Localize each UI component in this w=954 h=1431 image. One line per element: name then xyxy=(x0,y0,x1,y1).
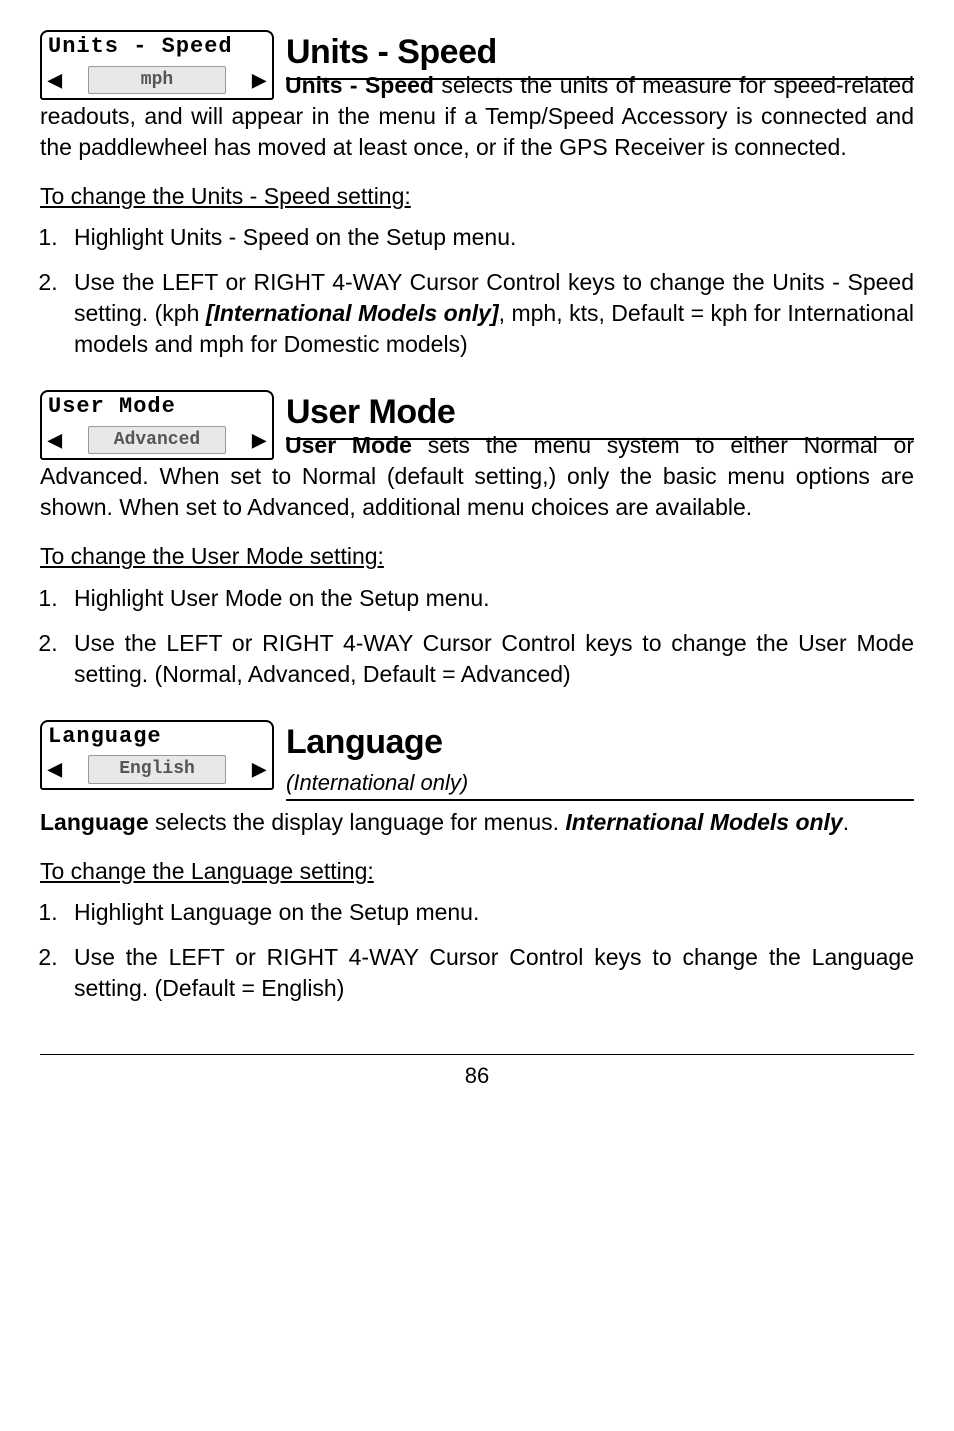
list-item: Use the LEFT or RIGHT 4-WAY Cursor Contr… xyxy=(64,942,914,1004)
widget-value-row[interactable]: ◀ English ▶ xyxy=(42,753,272,787)
section-language: Language ◀ English ▶ Language (Internati… xyxy=(40,720,914,1005)
widget-value: English xyxy=(88,755,226,783)
procedure-heading: To change the Units - Speed setting: xyxy=(40,181,914,212)
para-lead: User Mode xyxy=(285,432,412,458)
widget-title: User Mode xyxy=(42,392,272,424)
list-item: Highlight Units - Speed on the Setup men… xyxy=(64,222,914,253)
section-units-speed: Units - Speed ◀ mph ▶ Units - Speed Unit… xyxy=(40,30,914,360)
heading-wrap: Language (International only) xyxy=(286,720,914,802)
section-user-mode: User Mode ◀ Advanced ▶ User Mode User Mo… xyxy=(40,390,914,689)
arrow-right-icon[interactable]: ▶ xyxy=(252,757,266,781)
widget-title: Units - Speed xyxy=(42,32,272,64)
page-footer: 86 xyxy=(40,1054,914,1091)
menu-widget-language: Language ◀ English ▶ xyxy=(40,720,274,790)
section-paragraph: Units - Speed selects the units of measu… xyxy=(40,70,914,163)
para-rest: selects the units of measure for speed-r… xyxy=(40,72,914,160)
procedure-list: Highlight Language on the Setup menu. Us… xyxy=(64,897,914,1004)
section-subheading: (International only) xyxy=(286,768,914,798)
procedure-list: Highlight Units - Speed on the Setup men… xyxy=(64,222,914,360)
section-heading: Language xyxy=(286,720,914,766)
list-item: Use the LEFT or RIGHT 4-WAY Cursor Contr… xyxy=(64,628,914,690)
list-item: Highlight Language on the Setup menu. xyxy=(64,897,914,928)
para-lead: Units - Speed xyxy=(285,72,434,98)
list-item: Use the LEFT or RIGHT 4-WAY Cursor Contr… xyxy=(64,267,914,360)
list-item: Highlight User Mode on the Setup menu. xyxy=(64,583,914,614)
procedure-list: Highlight User Mode on the Setup menu. U… xyxy=(64,583,914,690)
procedure-heading: To change the User Mode setting: xyxy=(40,541,914,572)
widget-title: Language xyxy=(42,722,272,754)
page-number: 86 xyxy=(465,1063,489,1088)
header-row: Language ◀ English ▶ Language (Internati… xyxy=(40,720,914,802)
section-paragraph: User Mode sets the menu system to either… xyxy=(40,430,914,523)
procedure-heading: To change the Language setting: xyxy=(40,856,914,887)
section-paragraph: Language selects the display language fo… xyxy=(40,807,914,838)
para-rest: sets the menu system to either Normal or… xyxy=(40,432,914,520)
arrow-left-icon[interactable]: ◀ xyxy=(48,757,62,781)
